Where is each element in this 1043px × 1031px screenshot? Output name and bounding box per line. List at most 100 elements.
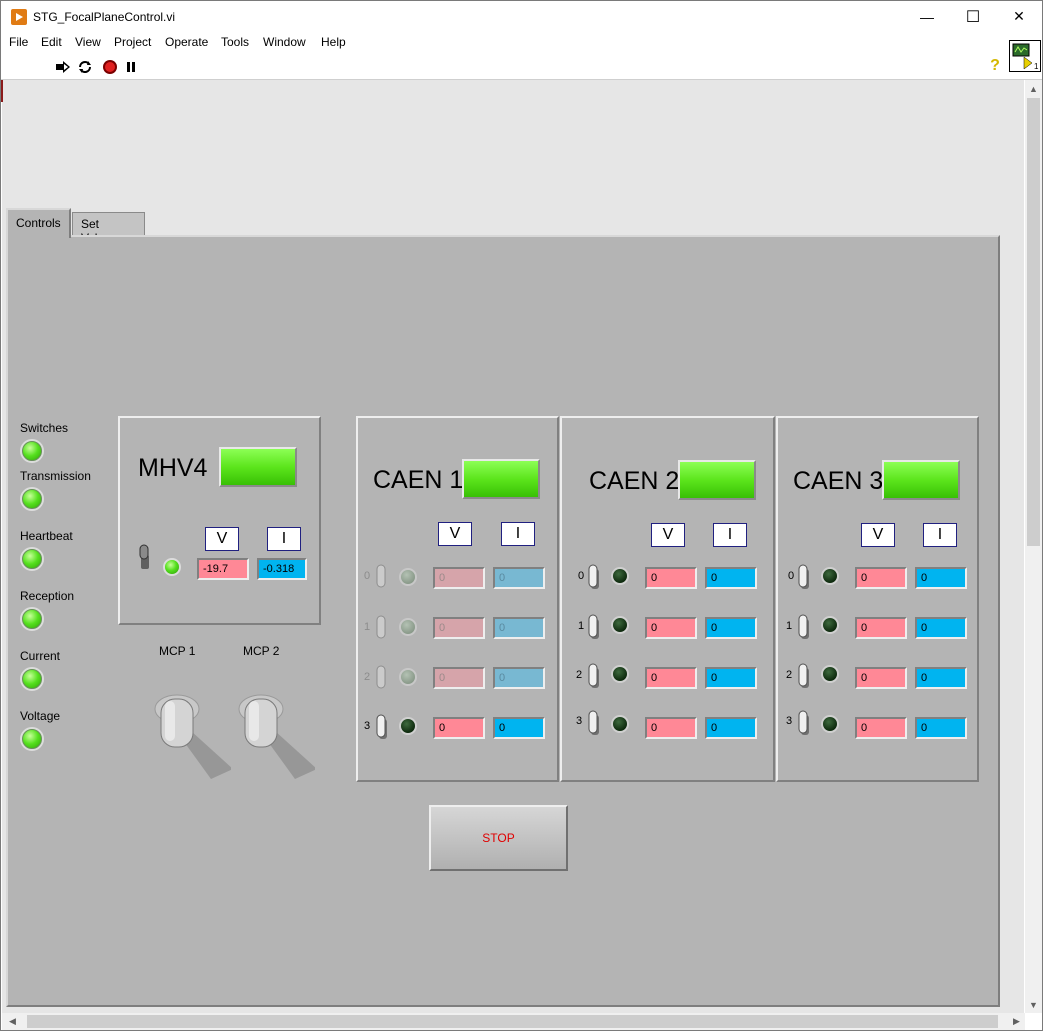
- menu-view[interactable]: View: [75, 35, 101, 49]
- menu-tools[interactable]: Tools: [221, 35, 249, 49]
- caen1-ch0-voltage: 0: [433, 567, 485, 589]
- caen1-title: CAEN 1: [373, 466, 464, 494]
- caen3-status-led: [882, 460, 960, 500]
- menu-project[interactable]: Project: [114, 35, 151, 49]
- tab-set-values[interactable]: Set Values: [72, 212, 145, 245]
- heartbeat-led: [20, 547, 44, 571]
- mhv4-voltage-display: -19.7: [197, 558, 249, 580]
- panel-edge: [1, 80, 3, 102]
- minimize-button[interactable]: —: [904, 1, 950, 32]
- caen3-ch0-voltage: 0: [855, 567, 907, 589]
- caen3-ch1-toggle[interactable]: [797, 613, 811, 644]
- caen2-ch3-led: [611, 715, 629, 733]
- caen3-ch3-toggle[interactable]: [797, 709, 811, 740]
- scroll-right-icon[interactable]: ▶: [1008, 1013, 1025, 1030]
- caen1-status-led: [462, 459, 540, 499]
- vertical-scroll-thumb[interactable]: [1027, 98, 1040, 546]
- app-window: STG_FocalPlaneControl.vi — ☐ ✕ File Edit…: [0, 0, 1043, 1031]
- caen2-ch0-toggle[interactable]: [587, 563, 601, 594]
- indicator-label-current: Current: [20, 649, 61, 663]
- caen2-v-header: V: [651, 523, 685, 547]
- caen2-ch0-led: [611, 567, 629, 585]
- caen1-ch1-voltage: 0: [433, 617, 485, 639]
- caen2-ch0-current: 0: [705, 567, 757, 589]
- abort-icon[interactable]: [102, 59, 118, 75]
- mhv4-title: MHV4: [138, 454, 208, 482]
- caen2-ch2-led: [611, 665, 629, 683]
- caen1-ch2-toggle[interactable]: [375, 664, 389, 695]
- caen3-ch0-led: [821, 567, 839, 585]
- mhv4-current-display: -0.318: [257, 558, 307, 580]
- context-help-icon[interactable]: ?: [987, 57, 1003, 75]
- voltage-led: [20, 727, 44, 751]
- caen3-ch2-label: 2: [786, 669, 793, 681]
- menu-window[interactable]: Window: [263, 35, 306, 49]
- scroll-down-icon[interactable]: ▼: [1025, 996, 1042, 1013]
- caen2-ch2-label: 2: [576, 669, 583, 681]
- svg-text:1: 1: [1034, 62, 1039, 71]
- run-icon[interactable]: [55, 59, 71, 75]
- caen3-title: CAEN 3: [793, 467, 884, 495]
- caen1-ch0-toggle[interactable]: [375, 563, 389, 594]
- horizontal-scroll-thumb[interactable]: [27, 1015, 998, 1028]
- vi-connector-icon[interactable]: 1: [1009, 40, 1041, 72]
- caen1-ch3-voltage: 0: [433, 717, 485, 739]
- caen2-ch1-led: [611, 616, 629, 634]
- menu-help[interactable]: Help: [321, 35, 346, 49]
- reception-led: [20, 607, 44, 631]
- caen1-ch1-toggle[interactable]: [375, 614, 389, 645]
- caen1-ch3-toggle[interactable]: [375, 713, 389, 744]
- caen3-ch2-voltage: 0: [855, 667, 907, 689]
- caen1-ch3-led: [399, 717, 417, 735]
- caen3-ch3-led: [821, 715, 839, 733]
- caen2-status-led: [678, 460, 756, 500]
- caen3-ch1-voltage: 0: [855, 617, 907, 639]
- mcp2-label: MCP 2: [243, 644, 280, 658]
- maximize-button[interactable]: ☐: [950, 1, 996, 32]
- scroll-up-icon[interactable]: ▲: [1025, 80, 1042, 97]
- current-led: [20, 667, 44, 691]
- stop-button[interactable]: STOP: [429, 805, 568, 871]
- caen3-ch0-toggle[interactable]: [797, 563, 811, 594]
- caen2-ch2-current: 0: [705, 667, 757, 689]
- caen2-i-header: I: [713, 523, 747, 547]
- scroll-left-icon[interactable]: ◀: [4, 1013, 21, 1030]
- mhv4-i-header: I: [267, 527, 301, 551]
- caen3-ch1-current: 0: [915, 617, 967, 639]
- mhv4-channel-led: [163, 558, 181, 576]
- caen2-ch2-toggle[interactable]: [587, 662, 601, 693]
- caen2-ch1-toggle[interactable]: [587, 613, 601, 644]
- caen1-ch3-current: 0: [493, 717, 545, 739]
- caen1-ch0-led: [399, 568, 417, 586]
- caen3-ch2-toggle[interactable]: [797, 662, 811, 693]
- menu-operate[interactable]: Operate: [165, 35, 208, 49]
- indicator-label-heartbeat: Heartbeat: [20, 529, 73, 543]
- pause-icon[interactable]: [123, 59, 139, 75]
- menu-edit[interactable]: Edit: [41, 35, 62, 49]
- caen3-ch1-label: 1: [786, 620, 793, 632]
- caen3-ch2-led: [821, 665, 839, 683]
- caen2-ch3-toggle[interactable]: [587, 709, 601, 740]
- mhv4-toggle-switch[interactable]: [138, 543, 152, 574]
- caen3-ch0-current: 0: [915, 567, 967, 589]
- mcp1-label: MCP 1: [159, 644, 196, 658]
- mcp1-toggle-switch[interactable]: [151, 691, 233, 811]
- close-button[interactable]: ✕: [996, 1, 1042, 32]
- tab-controls[interactable]: Controls: [6, 208, 71, 238]
- toolbar: [1, 54, 1042, 80]
- caen1-ch1-led: [399, 618, 417, 636]
- caen2-title: CAEN 2: [589, 467, 680, 495]
- title-bar: STG_FocalPlaneControl.vi — ☐ ✕: [1, 1, 1042, 32]
- caen1-ch0-current: 0: [493, 567, 545, 589]
- caen1-ch1-label: 1: [364, 621, 371, 633]
- caen2-ch3-voltage: 0: [645, 717, 697, 739]
- indicator-label-reception: Reception: [20, 589, 75, 603]
- mcp2-toggle-switch[interactable]: [235, 691, 317, 811]
- labview-vi-icon: [11, 9, 27, 25]
- run-continuously-icon[interactable]: [77, 59, 93, 75]
- mhv4-status-led: [219, 447, 297, 487]
- menu-file[interactable]: File: [9, 35, 28, 49]
- caen1-i-header: I: [501, 522, 535, 546]
- caen2-ch1-voltage: 0: [645, 617, 697, 639]
- switches-led: [20, 439, 44, 463]
